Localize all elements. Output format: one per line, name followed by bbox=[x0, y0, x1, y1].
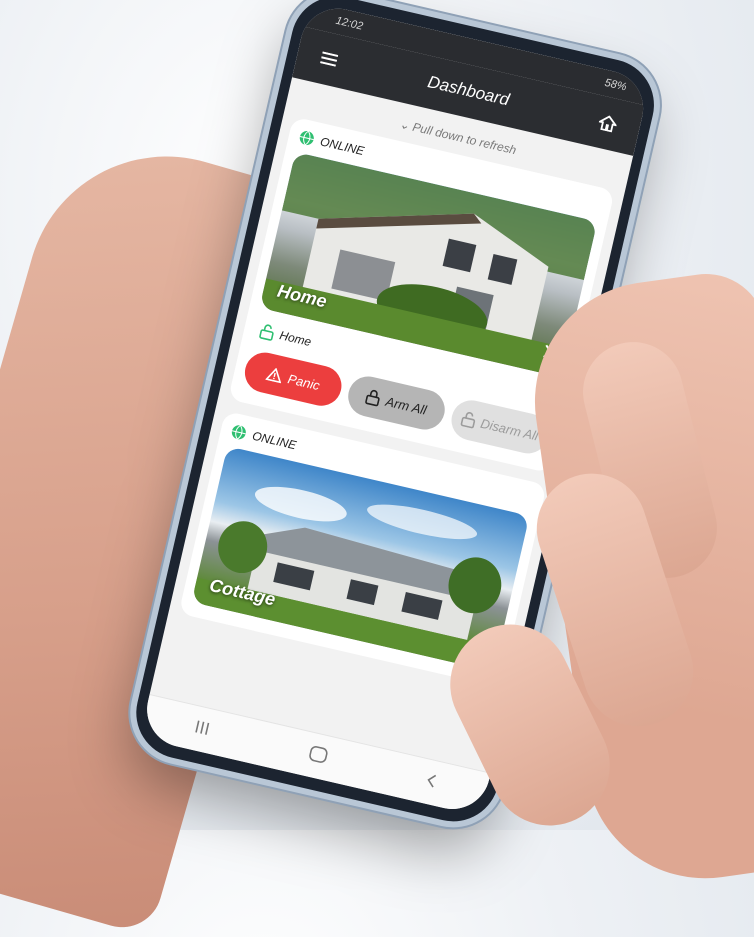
recent-apps-icon[interactable] bbox=[192, 719, 212, 741]
globe-icon bbox=[299, 130, 314, 146]
page-title: Dashboard bbox=[425, 72, 512, 110]
arm-all-label: Arm All bbox=[384, 393, 429, 418]
unlock-icon bbox=[259, 324, 274, 341]
status-battery: 58% bbox=[603, 76, 628, 94]
system-nav-bar bbox=[139, 693, 491, 817]
home-nav-icon[interactable] bbox=[307, 744, 329, 769]
home-icon[interactable] bbox=[591, 107, 625, 141]
panic-label: Panic bbox=[286, 370, 322, 393]
warning-icon bbox=[265, 367, 282, 384]
status-time: 12:02 bbox=[334, 14, 365, 33]
menu-icon[interactable] bbox=[312, 42, 346, 76]
lock-icon bbox=[365, 390, 380, 407]
site-status-text: ONLINE bbox=[250, 428, 298, 453]
scene: 12:02 58% Dashboard ⌄ Pull down to refre… bbox=[0, 0, 754, 937]
unlock-icon bbox=[460, 411, 475, 429]
disarm-all-label: Disarm All bbox=[479, 415, 540, 444]
chevron-down-icon: ⌄ bbox=[398, 116, 412, 133]
globe-icon bbox=[231, 425, 246, 440]
back-icon[interactable] bbox=[424, 771, 438, 794]
partition-name: Home bbox=[278, 328, 313, 350]
site-status-text: ONLINE bbox=[318, 134, 366, 159]
